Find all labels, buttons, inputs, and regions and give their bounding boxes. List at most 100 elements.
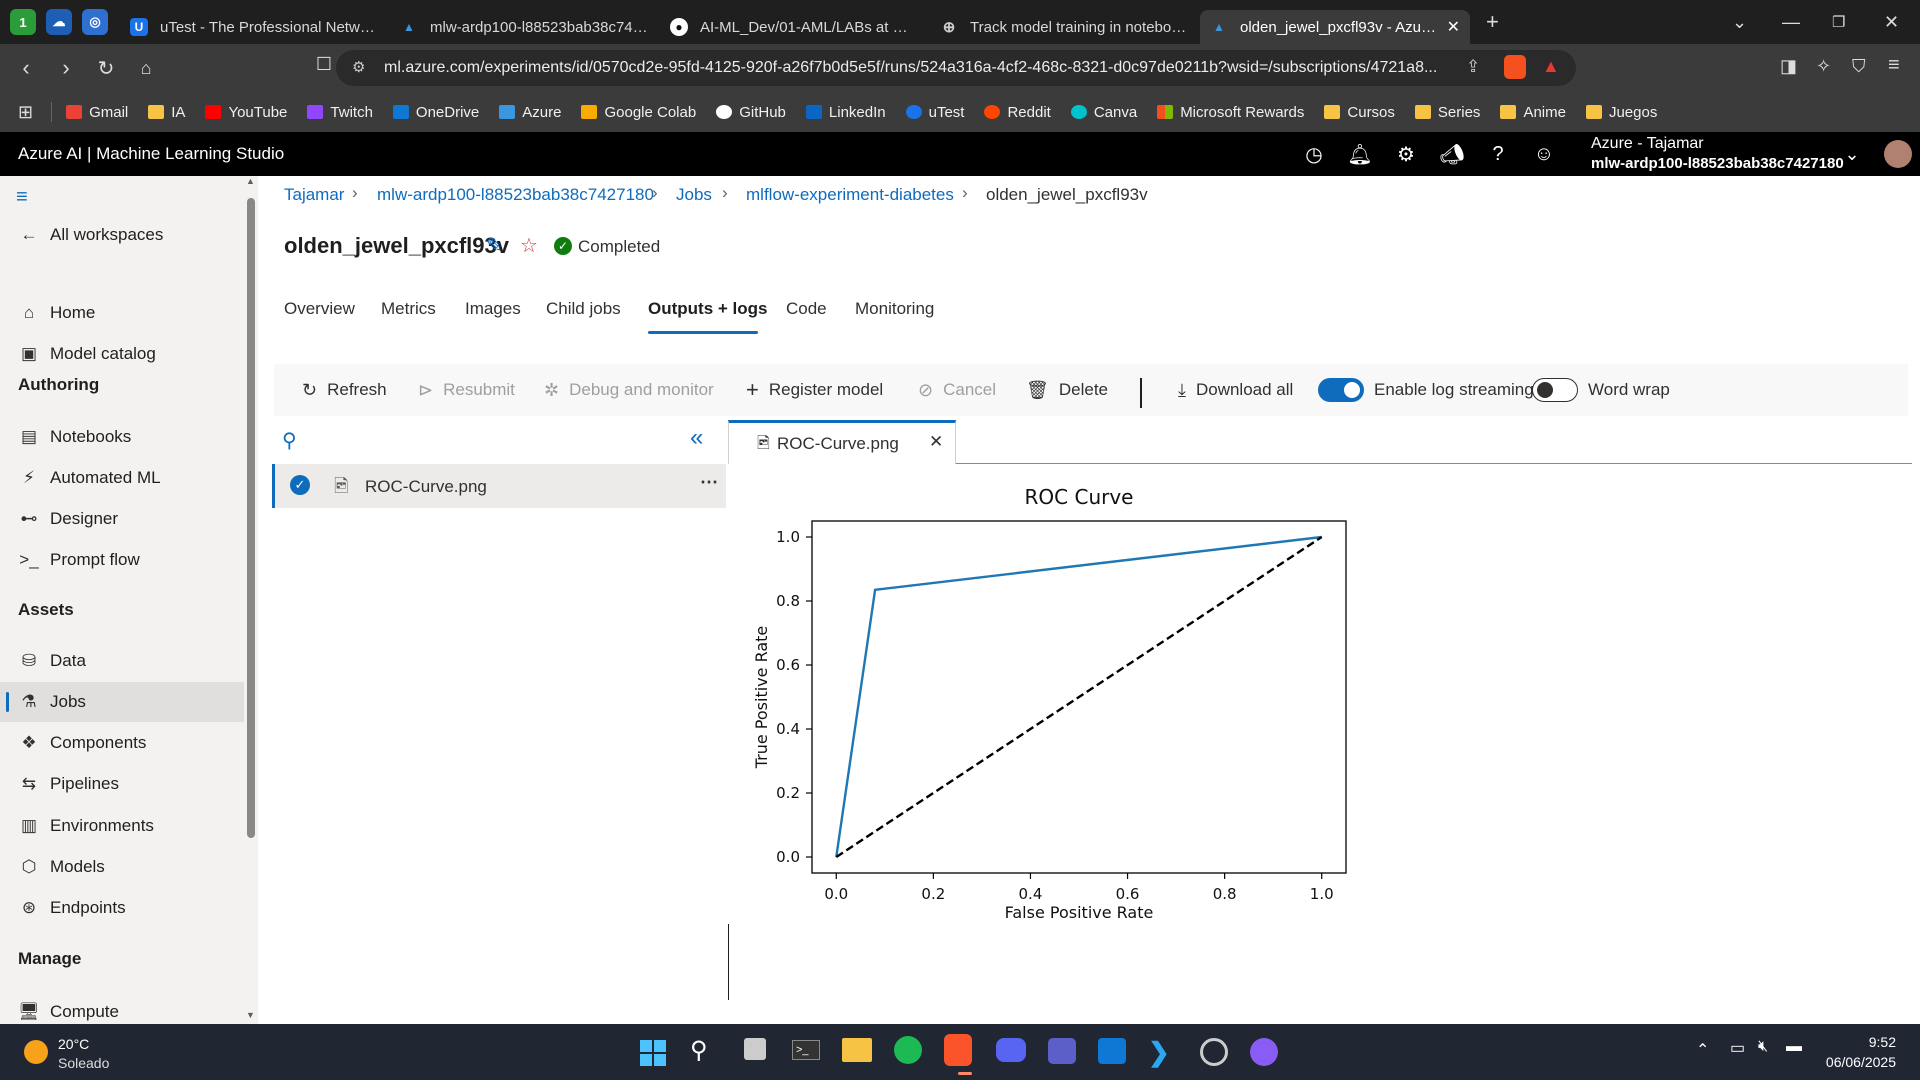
brave-browser-icon[interactable] [944,1034,972,1066]
bookmark-utest[interactable]: uTest [905,104,964,121]
tab-metrics[interactable]: Metrics [381,299,436,319]
sun-icon[interactable] [24,1040,48,1064]
clock-time[interactable]: 9:52 [1828,1034,1896,1050]
onedrive-icon[interactable]: ☁ [46,9,72,35]
history-icon[interactable]: ◷ [1292,132,1336,176]
file-explorer-icon[interactable] [842,1038,872,1062]
bookmark-twitch[interactable]: Twitch [307,104,373,121]
brave-shields-icon[interactable] [1504,55,1526,79]
show-hidden-icons-icon[interactable]: ⌃ [1696,1040,1709,1060]
scroll-down-icon[interactable]: ▼ [246,1010,255,1020]
terminal-icon[interactable]: >_ [792,1040,820,1060]
vpn-icon[interactable]: ⛉ [1852,56,1866,77]
obs-icon[interactable] [1200,1038,1228,1066]
browser-tab-active[interactable]: ▲ olden_jewel_pxcfl93v - Azure AI | ✕ [1200,10,1470,44]
nav-home[interactable]: ⌂ Home [0,293,240,333]
minimize-icon[interactable]: — [1782,0,1800,44]
nav-models[interactable]: ⬡ Models [0,847,240,887]
nav-model-catalog[interactable]: ▣ Model catalog [0,334,240,374]
checkmark-icon[interactable]: ✓ [290,475,310,495]
log-streaming-toggle[interactable]: Enable log streaming [1318,364,1534,416]
sidebar-scrollbar[interactable]: ▲ ▼ [244,176,258,1024]
close-tab-icon[interactable]: ✕ [1447,17,1460,37]
address-bar[interactable]: ⚙ ml.azure.com/experiments/id/0570cd2e-9… [336,50,1576,86]
volume-muted-icon[interactable]: 🔇︎ [1758,1038,1768,1056]
nav-endpoints[interactable]: ⊛ Endpoints [0,888,240,928]
account-switcher[interactable]: Azure - Tajamar mlw-ardp100-l88523bab38c… [1591,134,1844,174]
windows-start-icon[interactable] [640,1040,666,1066]
discord-icon[interactable] [996,1038,1026,1062]
bookmark-canva[interactable]: Canva [1070,104,1137,121]
restore-icon[interactable]: ❐ [1832,0,1845,44]
tab-outputs-logs[interactable]: Outputs + logs [648,299,767,319]
breadcrumb-link[interactable]: mlflow-experiment-diabetes [746,185,954,205]
breadcrumb-link[interactable]: Tajamar [284,185,344,205]
hamburger-menu-icon[interactable]: ≡ [16,186,28,209]
vscode-icon[interactable]: ❯ [1148,1037,1170,1068]
forward-icon[interactable]: › [50,55,82,81]
share-icon[interactable]: ⇪ [1466,57,1480,77]
help-icon[interactable]: ? [1476,132,1520,176]
close-icon[interactable]: ✕ [929,432,943,452]
edit-pencil-icon[interactable]: ✎ [486,233,503,258]
menu-icon[interactable]: ≡ [1888,54,1900,77]
sidebar-toggle-icon[interactable]: ◨ [1780,56,1797,77]
apps-grid-icon[interactable]: ⊞ [18,102,33,123]
task-view-icon[interactable] [744,1038,766,1060]
scrollbar-thumb[interactable] [247,198,255,838]
teams-icon[interactable] [1048,1038,1076,1064]
search-icon[interactable]: ⚲ [282,428,297,453]
download-all-button[interactable]: ⤓ Download all [1178,364,1293,416]
avatar[interactable] [1884,140,1912,168]
nav-environments[interactable]: ▥ Environments [0,806,240,846]
tab-images[interactable]: Images [465,299,521,319]
bookmark-github[interactable]: GitHub [716,104,786,121]
debug-monitor-button[interactable]: ✲ Debug and monitor [544,364,714,416]
workspaces-icon[interactable]: ◎ [82,9,108,35]
more-options-icon[interactable]: ⋯ [700,472,718,493]
home-icon[interactable]: ⌂ [130,58,162,79]
refresh-button[interactable]: ↻ Refresh [302,364,387,416]
back-icon[interactable]: ‹ [10,55,42,81]
bookmark-reddit[interactable]: Reddit [984,104,1051,121]
browser-tab[interactable]: U uTest - The Professional Network for [120,10,390,44]
bookmark-azure[interactable]: Azure [499,104,561,121]
spotify-icon[interactable] [894,1036,922,1064]
nav-all-workspaces[interactable]: ← All workspaces [0,215,240,255]
bookmark-onedrive[interactable]: OneDrive [392,104,479,121]
bookmark-youtube[interactable]: YouTube [205,104,287,121]
tab-list-icon[interactable]: ⌄ [1732,0,1747,44]
feedback-icon[interactable]: ☺ [1522,132,1566,176]
nav-designer[interactable]: ⊷ Designer [0,499,240,539]
bookmark-cursos[interactable]: Cursos [1324,104,1395,121]
tab-code[interactable]: Code [786,299,827,319]
leo-ai-icon[interactable]: ✧ [1816,56,1831,77]
nav-components[interactable]: ❖ Components [0,723,240,763]
search-icon[interactable]: ⚲ [690,1036,708,1065]
new-tab-icon[interactable]: + [1486,9,1499,35]
nav-prompt-flow[interactable]: >_ Prompt flow [0,540,240,580]
collapse-pane-icon[interactable]: « [690,424,703,452]
bookmark-linkedin[interactable]: LinkedIn [805,104,886,121]
clock-date[interactable]: 06/06/2025 [1818,1054,1896,1070]
browser-tab[interactable]: ● AI-ML_Dev/01-AML/LABs at main · al [660,10,930,44]
bookmark-series[interactable]: Series [1414,104,1480,121]
bookmark-gmail[interactable]: Gmail [66,104,128,121]
word-wrap-toggle[interactable]: Word wrap [1532,364,1670,416]
nav-compute[interactable]: 🖥︎ Compute [0,992,240,1024]
tab-monitoring[interactable]: Monitoring [855,299,934,319]
breadcrumb-link[interactable]: mlw-ardp100-l88523bab38c7427180 [377,185,654,205]
scroll-up-icon[interactable]: ▲ [246,176,255,186]
bookmark-google-colab[interactable]: Google Colab [581,104,696,121]
cancel-button[interactable]: ⊘ Cancel [918,364,996,416]
tab-child-jobs[interactable]: Child jobs [546,299,621,319]
browser-tab[interactable]: ▲ mlw-ardp100-l88523bab38c7427180 [390,10,660,44]
profile-icon[interactable]: 1 [10,9,36,35]
bookmark-juegos[interactable]: Juegos [1585,104,1657,121]
close-window-icon[interactable]: ✕ [1884,0,1899,44]
nav-pipelines[interactable]: ⇆ Pipelines [0,764,240,804]
site-info-icon[interactable]: ⚙ [352,58,365,76]
bookmark-anime[interactable]: Anime [1500,104,1566,121]
chevron-down-icon[interactable]: ⌄ [1830,132,1874,176]
browser-tab[interactable]: ⊕ Track model training in notebooks wi [930,10,1200,44]
